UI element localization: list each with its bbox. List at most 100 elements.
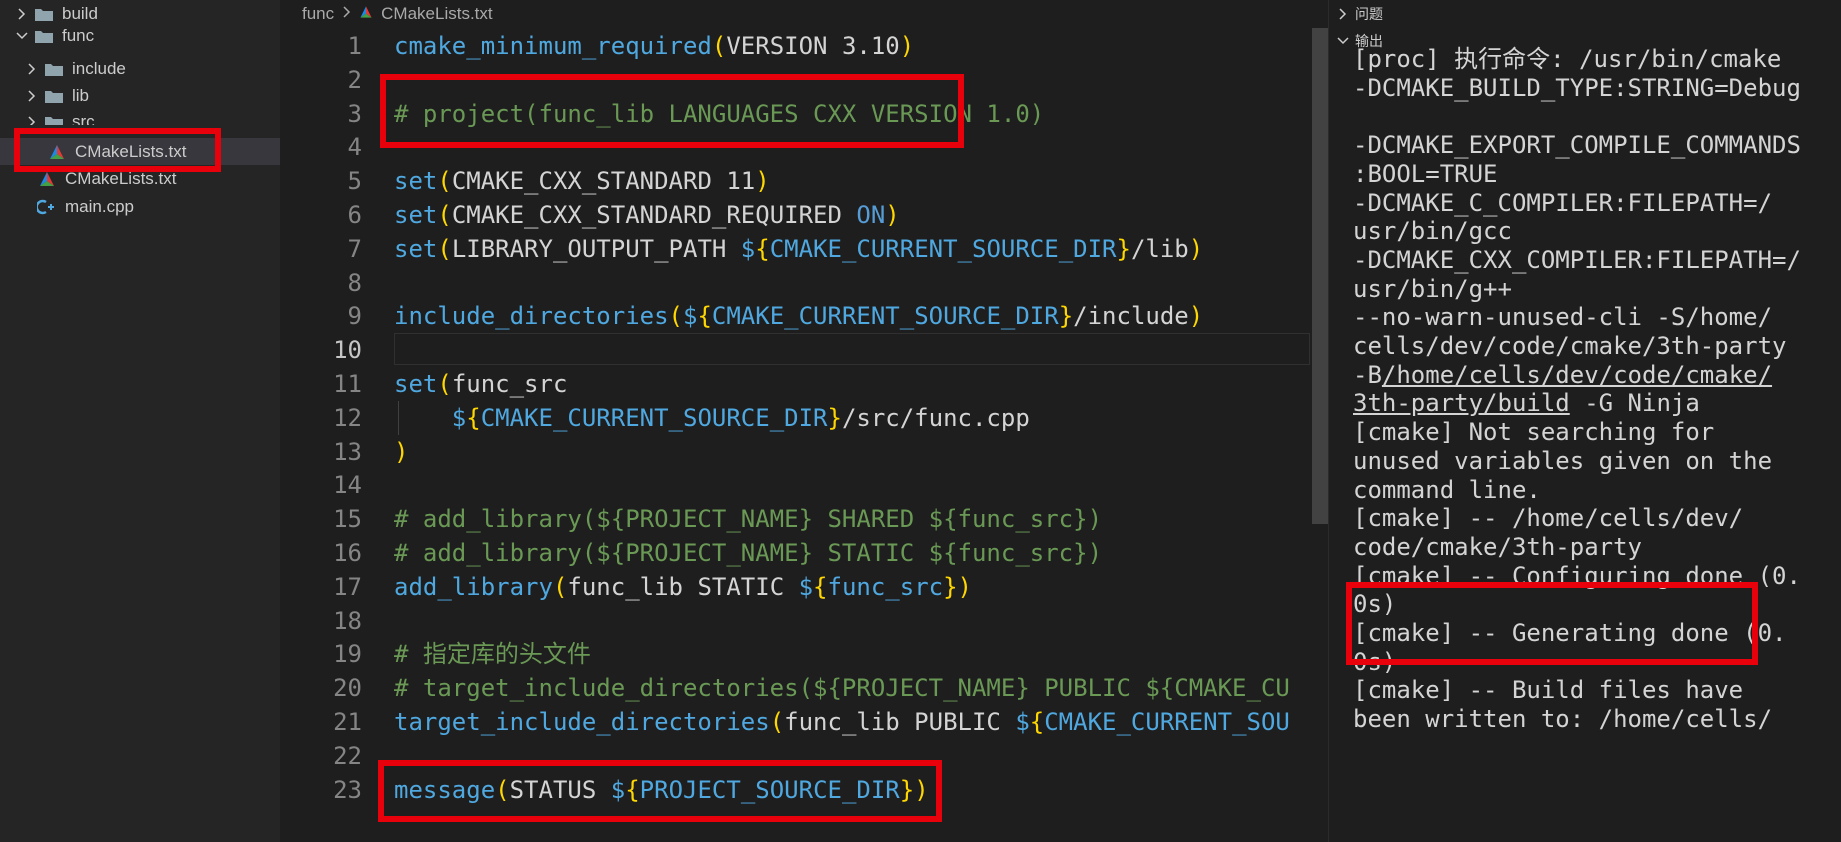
code-line[interactable]: message(STATUS ${PROJECT_SOURCE_DIR}): [394, 773, 1328, 807]
code-token: {: [625, 776, 640, 804]
code-token: }: [1116, 235, 1131, 263]
code-line[interactable]: set(LIBRARY_OUTPUT_PATH ${CMAKE_CURRENT_…: [394, 232, 1328, 266]
tree-item-main-cpp[interactable]: main.cpp: [0, 193, 280, 220]
code-line[interactable]: target_include_directories(func_lib PUBL…: [394, 705, 1328, 739]
tree-label: func: [62, 25, 95, 45]
breadcrumb-folder[interactable]: func: [302, 4, 334, 24]
code-token: CMAKE_CURRENT_SOURCE_DIR: [480, 404, 828, 432]
code-line[interactable]: cmake_minimum_required(VERSION 3.10): [394, 29, 1328, 63]
problems-section-header[interactable]: 问题: [1329, 1, 1841, 27]
code-token: (: [437, 201, 452, 229]
code-line[interactable]: # project(func_lib LANGUAGES CXX VERSION…: [394, 97, 1328, 131]
code-token: $: [740, 235, 756, 263]
code-token: # add_library(${PROJECT_NAME} SHARED ${f…: [394, 505, 1103, 533]
code-token: include_directories: [394, 302, 669, 330]
code-token: (: [437, 370, 452, 398]
line-number: 15: [333, 505, 362, 533]
code-token: $: [798, 573, 814, 601]
line-number: 8: [347, 269, 362, 297]
chevron-down-icon: [1335, 33, 1351, 49]
code-line[interactable]: # 指定库的头文件: [394, 637, 1328, 671]
breadcrumb: func CMakeLists.txt: [302, 3, 493, 25]
output-line: been written to: /home/cells/: [1353, 705, 1773, 733]
tree-item-cmakelists-root[interactable]: CMakeLists.txt: [0, 165, 280, 192]
tree-label: src: [72, 112, 95, 125]
code-token: # project(func_lib LANGUAGES CXX VERSION…: [394, 100, 1045, 128]
folder-open-icon: [34, 28, 54, 44]
line-number: 1: [347, 32, 362, 60]
cmake-file-icon: [37, 171, 57, 187]
code-token: ): [914, 776, 929, 804]
code-line[interactable]: # add_library(${PROJECT_NAME} SHARED ${f…: [394, 502, 1328, 536]
tree-label: lib: [72, 85, 90, 105]
code-line[interactable]: [394, 63, 1328, 97]
code-line[interactable]: [394, 130, 1328, 164]
code-token: (: [668, 302, 683, 330]
chevron-right-icon: [24, 114, 40, 125]
code-line[interactable]: # target_include_directories(${PROJECT_N…: [394, 671, 1328, 705]
code-token: }: [827, 404, 842, 432]
code-token: CMAKE_CURRENT_SOURCE_DIR: [769, 235, 1117, 263]
code-line[interactable]: [394, 266, 1328, 300]
code-line[interactable]: # add_library(${PROJECT_NAME} STATIC ${f…: [394, 536, 1328, 570]
line-number: 5: [347, 167, 362, 195]
code-token: {: [697, 302, 712, 330]
line-number: 4: [347, 133, 362, 161]
code-line[interactable]: ): [394, 435, 1328, 469]
tree-label: build: [62, 3, 98, 23]
code-line[interactable]: ${CMAKE_CURRENT_SOURCE_DIR}/src/func.cpp: [394, 401, 1328, 435]
code-token: set: [394, 201, 438, 229]
line-number: 10: [333, 336, 362, 364]
code-line[interactable]: [394, 333, 1328, 367]
code-token: ): [1188, 235, 1204, 263]
code-line[interactable]: [394, 739, 1328, 773]
problems-label: 问题: [1355, 7, 1383, 23]
tree-item-cmakelists-func[interactable]: CMakeLists.txt: [0, 138, 280, 165]
code-token: {: [813, 573, 828, 601]
line-number: 23: [333, 776, 362, 804]
output-segment: -G Ninja: [1569, 389, 1700, 417]
editor-scrollbar[interactable]: [1312, 28, 1328, 524]
code-line[interactable]: [394, 468, 1328, 502]
code-line[interactable]: [394, 604, 1328, 638]
tree-label: CMakeLists.txt: [65, 168, 177, 188]
code-token: ): [394, 438, 409, 466]
line-number: 9: [347, 302, 362, 330]
code-line[interactable]: add_library(func_lib STATIC ${func_src}): [394, 570, 1328, 604]
cmake-file-icon: [358, 4, 374, 25]
code-token: CMAKE_CXX_STANDARD_REQUIRED: [451, 201, 857, 229]
line-number: 12: [333, 404, 362, 432]
explorer-sidebar: build func include lib src CMakeLists.tx…: [0, 0, 280, 842]
code-line[interactable]: include_directories(${CMAKE_CURRENT_SOUR…: [394, 299, 1328, 333]
output-link[interactable]: 3th-party/build: [1353, 389, 1570, 417]
line-number: 20: [333, 674, 362, 702]
code-token: (: [437, 167, 452, 195]
code-token: STATUS: [509, 776, 611, 804]
breadcrumb-file[interactable]: CMakeLists.txt: [381, 4, 492, 24]
tree-label: include: [72, 58, 126, 78]
tree-item-lib[interactable]: lib: [0, 82, 280, 109]
code-token: (: [495, 776, 510, 804]
line-number: 13: [333, 438, 362, 466]
line-number: 16: [333, 539, 362, 567]
tree-item-func[interactable]: func: [0, 22, 280, 49]
code-editor[interactable]: func CMakeLists.txt 1 2 3 4 5 6 7 8 9 10 11 12 13 14 1…: [280, 0, 1328, 842]
tree-item-src[interactable]: src: [0, 109, 280, 125]
code-line[interactable]: set(func_src: [394, 367, 1328, 401]
tree-item-include[interactable]: include: [0, 55, 280, 82]
code-token: # 指定库的头文件: [394, 640, 591, 668]
code-token: $: [451, 404, 467, 432]
folder-icon: [44, 88, 64, 104]
line-number: 3: [347, 100, 362, 128]
chevron-right-icon: [340, 4, 352, 24]
code-token: }: [943, 573, 958, 601]
code-token: add_library: [394, 573, 553, 601]
code-token: {: [1029, 708, 1045, 736]
code-token: func_lib STATIC: [567, 573, 799, 601]
output-link[interactable]: /home/cells/dev/code/cmake/: [1382, 361, 1772, 389]
code-line[interactable]: set(CMAKE_CXX_STANDARD_REQUIRED ON): [394, 198, 1328, 232]
cmake-file-icon: [47, 144, 67, 160]
chevron-right-icon: [1335, 6, 1351, 22]
code-line[interactable]: set(CMAKE_CXX_STANDARD 11): [394, 164, 1328, 198]
